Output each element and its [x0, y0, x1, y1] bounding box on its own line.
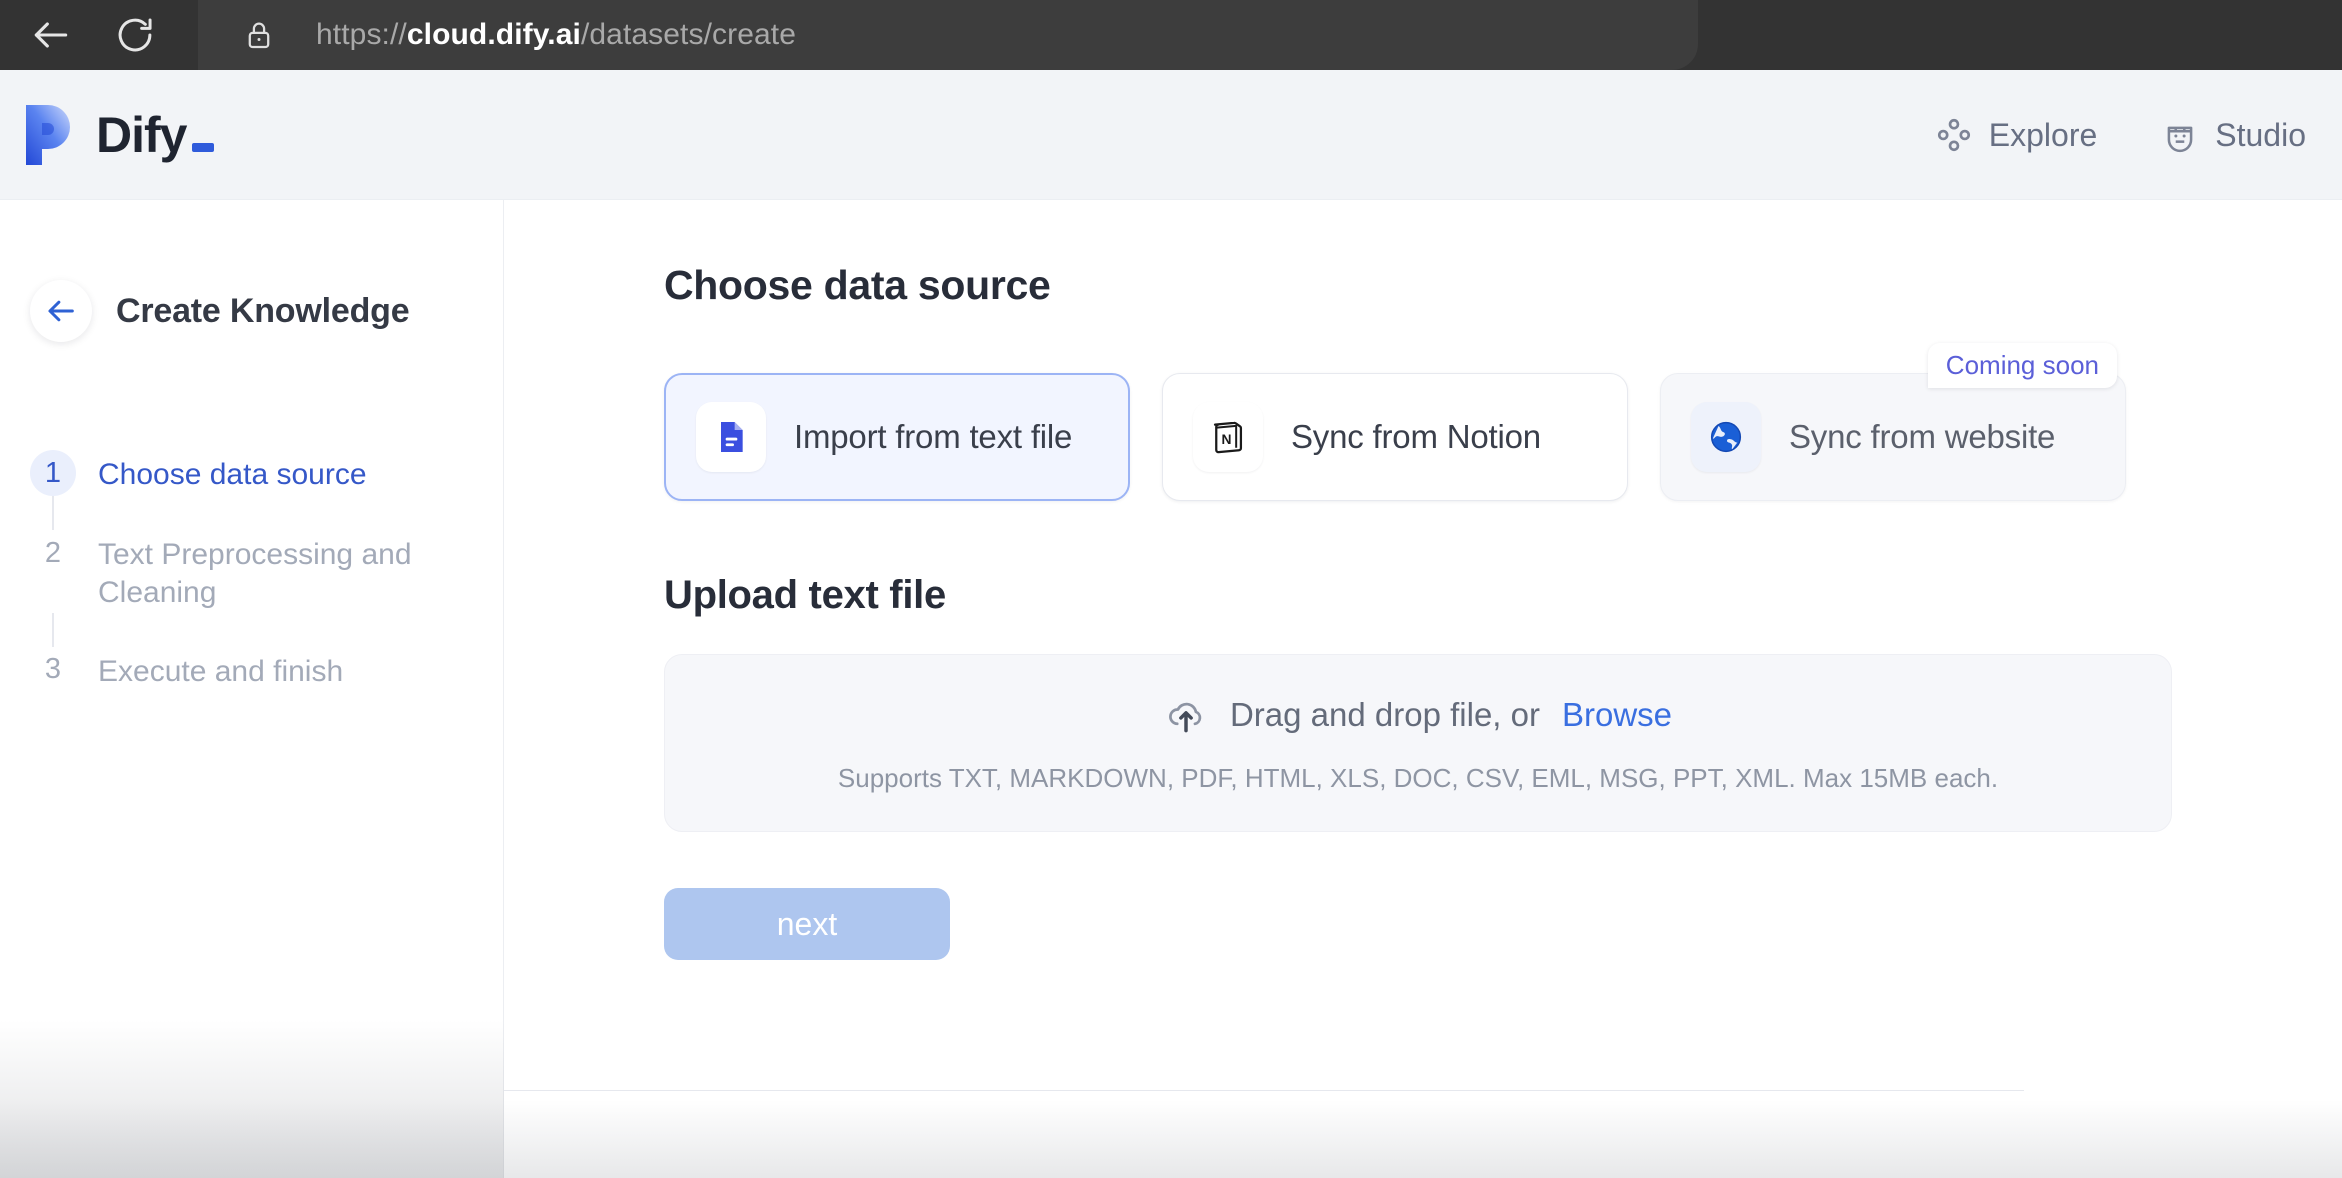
data-source-card-website[interactable]: Coming soon Sync from website	[1660, 373, 2126, 501]
logo-wordmark: Dify	[96, 110, 186, 160]
dify-logo-icon	[22, 103, 74, 167]
notion-icon: N	[1208, 417, 1248, 457]
reload-icon	[114, 14, 156, 56]
step-label-1: Choose data source	[98, 450, 367, 494]
app-header: Dify Explore Studio	[0, 70, 2342, 200]
notion-icon-box: N	[1193, 402, 1263, 472]
back-arrow-icon	[29, 13, 73, 57]
step-number-badge-1: 1	[30, 450, 76, 496]
browser-back-button[interactable]	[14, 0, 88, 70]
nav-item-explore-label: Explore	[1989, 117, 2098, 154]
sidebar-title: Create Knowledge	[116, 292, 409, 331]
step-item-3[interactable]: 3 Execute and finish	[30, 647, 503, 693]
data-source-card-notion[interactable]: N Sync from Notion	[1162, 373, 1628, 501]
sidebar: Create Knowledge 1 Choose data source 2 …	[0, 200, 504, 1178]
file-dropzone[interactable]: Drag and drop file, or Browse Supports T…	[664, 654, 2172, 832]
url-scheme: https://	[316, 18, 407, 51]
nav-item-studio[interactable]: Studio	[2129, 116, 2342, 154]
url-bar[interactable]: https://cloud.dify.ai/datasets/create	[198, 0, 1698, 70]
app-body: Create Knowledge 1 Choose data source 2 …	[0, 200, 2342, 1178]
dropzone-supported-formats: Supports TXT, MARKDOWN, PDF, HTML, XLS, …	[838, 763, 1998, 794]
arrow-left-icon	[44, 294, 78, 328]
step-number-badge-2: 2	[30, 530, 76, 576]
url-domain: cloud.dify.ai	[407, 18, 581, 51]
next-button[interactable]: next	[664, 888, 950, 960]
cloud-upload-icon	[1164, 693, 1208, 737]
browser-reload-button[interactable]	[98, 0, 172, 70]
bottom-divider	[504, 1090, 2024, 1091]
dropzone-prompt: Drag and drop file, or	[1230, 696, 1540, 734]
step-number-badge-3: 3	[30, 647, 76, 693]
svg-text:N: N	[1222, 431, 1232, 447]
dropzone-prompt-row: Drag and drop file, or Browse	[1164, 693, 1672, 737]
dify-logo-text: Dify	[96, 110, 214, 160]
upload-section-title: Upload text file	[664, 573, 2342, 618]
step-label-2: Text Preprocessing and Cleaning	[98, 530, 428, 613]
lock-icon	[242, 18, 276, 52]
text-file-icon-box	[696, 402, 766, 472]
dify-logo[interactable]: Dify	[22, 103, 214, 167]
step-item-2[interactable]: 2 Text Preprocessing and Cleaning	[30, 530, 503, 613]
explore-clover-icon	[1935, 116, 1973, 154]
studio-robot-icon	[2161, 116, 2199, 154]
sidebar-bottom-wash	[0, 1020, 504, 1178]
data-source-card-text-file-label: Import from text file	[794, 418, 1072, 456]
step-connector-2	[52, 613, 54, 647]
url-text: https://cloud.dify.ai/datasets/create	[316, 18, 796, 52]
url-path: /datasets/create	[581, 18, 796, 51]
globe-icon	[1706, 417, 1746, 457]
data-source-card-website-label: Sync from website	[1789, 418, 2055, 456]
text-file-icon	[711, 417, 751, 457]
step-label-3: Execute and finish	[98, 647, 343, 691]
globe-icon-box	[1691, 402, 1761, 472]
main-content: Choose data source Import from text file	[504, 200, 2342, 1178]
steps-list: 1 Choose data source 2 Text Preprocessin…	[0, 450, 503, 693]
data-source-card-list: Import from text file N Sync from Notion…	[664, 373, 2342, 501]
logo-underscore-icon	[192, 143, 214, 152]
data-source-card-text-file[interactable]: Import from text file	[664, 373, 1130, 501]
browser-chrome: https://cloud.dify.ai/datasets/create	[0, 0, 2342, 70]
back-to-knowledge-button[interactable]: Create Knowledge	[0, 280, 503, 342]
coming-soon-badge: Coming soon	[1928, 343, 2117, 388]
nav-item-studio-label: Studio	[2215, 117, 2306, 154]
browse-link[interactable]: Browse	[1562, 696, 1672, 734]
data-source-card-notion-label: Sync from Notion	[1291, 418, 1541, 456]
nav-item-explore[interactable]: Explore	[1903, 116, 2130, 154]
header-nav: Explore Studio	[1903, 70, 2342, 200]
step-item-1[interactable]: 1 Choose data source	[30, 450, 503, 496]
lock-icon-wrapper	[242, 18, 282, 52]
step-connector-1	[52, 496, 54, 530]
back-circle	[30, 280, 92, 342]
page-title: Choose data source	[664, 262, 2342, 309]
